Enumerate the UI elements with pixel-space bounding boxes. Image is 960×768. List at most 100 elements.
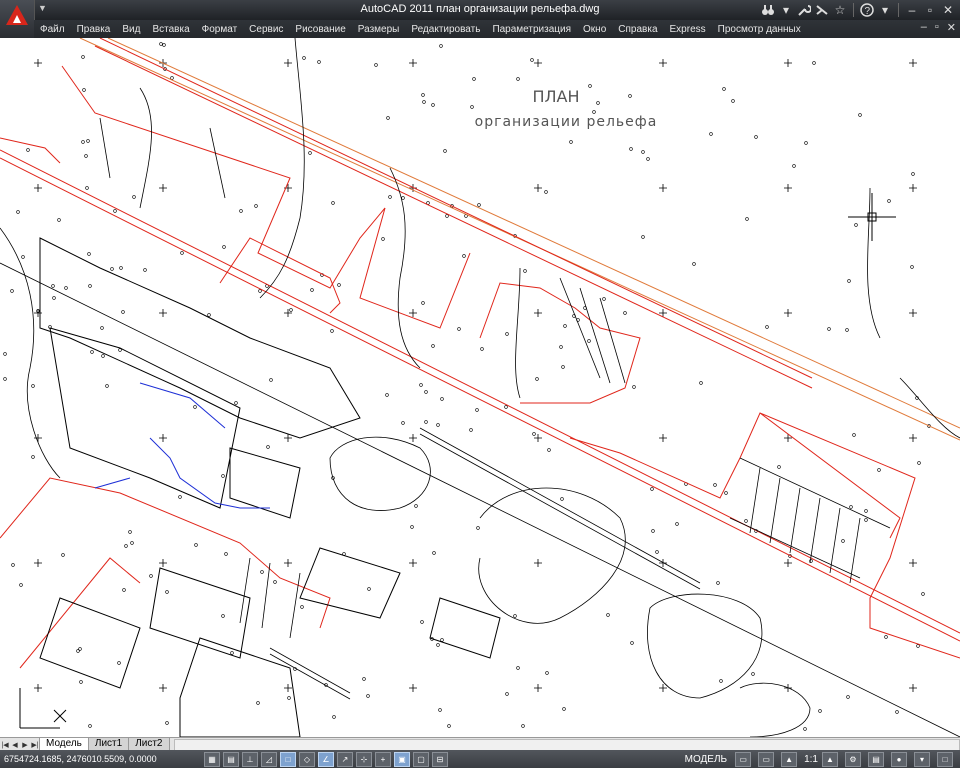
grid-cross-mark (159, 559, 167, 567)
search-dropdown-icon[interactable]: ▾ (778, 2, 794, 18)
drawing-svg: ПЛАН организации рельефа (0, 38, 960, 737)
isolate-objects-icon[interactable]: ● (891, 751, 907, 767)
survey-point (431, 344, 435, 348)
survey-point (159, 42, 163, 46)
survey-point (57, 218, 61, 222)
object-snap-tracking-icon[interactable]: ∠ (318, 751, 334, 767)
doc-minimize-icon[interactable]: – (921, 21, 927, 34)
menu-item-modify[interactable]: Редактировать (405, 24, 486, 35)
ortho-mode-icon[interactable]: ⊥ (242, 751, 258, 767)
model-space-button[interactable]: МОДЕЛЬ (681, 754, 731, 765)
clean-screen-icon[interactable]: □ (937, 751, 953, 767)
drawing-area[interactable]: ПЛАН организации рельефа (0, 38, 960, 737)
selection-cycling-icon[interactable]: ⊟ (432, 751, 448, 767)
survey-point (438, 708, 442, 712)
menu-item-format[interactable]: Формат (196, 24, 244, 35)
exchange-icon[interactable] (814, 2, 830, 18)
doc-restore-icon[interactable]: ▫ (935, 21, 939, 34)
survey-point (143, 268, 147, 272)
drawing-subtitle: организации рельефа (475, 114, 658, 130)
annotation-scale-icon[interactable]: ▲ (781, 751, 798, 767)
dynamic-ucs-icon[interactable]: ↗ (337, 751, 353, 767)
survey-point (234, 401, 238, 405)
menu-item-data-view[interactable]: Просмотр данных (712, 24, 807, 35)
survey-point (110, 267, 114, 271)
menu-item-tools[interactable]: Сервис (243, 24, 289, 35)
3d-object-snap-icon[interactable]: ◇ (299, 751, 315, 767)
survey-point (31, 384, 35, 388)
lineweight-icon[interactable]: + (375, 751, 391, 767)
survey-point (864, 509, 868, 513)
object-snap-icon[interactable]: □ (280, 751, 296, 767)
survey-point (422, 100, 426, 104)
snap-mode-icon[interactable]: ▦ (204, 751, 220, 767)
grid-marks (34, 59, 917, 692)
application-menu-button[interactable] (0, 0, 35, 38)
close-icon[interactable]: ✕ (940, 2, 956, 18)
wrench-icon[interactable] (796, 2, 812, 18)
menu-item-file[interactable]: Файл (34, 24, 71, 35)
grid-cross-mark (409, 559, 417, 567)
menu-item-window[interactable]: Окно (577, 24, 612, 35)
menu-item-edit[interactable]: Правка (71, 24, 117, 35)
status-bar-menu-icon[interactable]: ▾ (914, 751, 930, 767)
horizontal-scrollbar[interactable] (173, 738, 960, 751)
survey-point (149, 574, 153, 578)
doc-close-icon[interactable]: ✕ (947, 21, 956, 34)
grid-display-icon[interactable]: ▤ (223, 751, 239, 767)
survey-point (122, 588, 126, 592)
survey-point (289, 308, 293, 312)
quick-view-layouts-icon[interactable]: ▭ (735, 751, 752, 767)
menu-item-view[interactable]: Вид (116, 24, 146, 35)
binoculars-icon[interactable] (760, 2, 776, 18)
lock-icon[interactable]: ▤ (868, 751, 884, 767)
survey-point (82, 88, 86, 92)
menu-item-insert[interactable]: Вставка (146, 24, 195, 35)
tab-first-icon[interactable]: |◀ (0, 739, 10, 750)
survey-point (792, 164, 796, 168)
workspace-switching-icon[interactable]: ⚙ (845, 751, 861, 767)
grid-cross-mark (909, 559, 917, 567)
separator (853, 3, 854, 17)
survey-point (630, 641, 634, 645)
grid-cross-mark (784, 309, 792, 317)
polar-tracking-icon[interactable]: ◿ (261, 751, 277, 767)
survey-point (709, 132, 713, 136)
grid-cross-mark (534, 559, 542, 567)
survey-point (337, 283, 341, 287)
survey-point (655, 550, 659, 554)
menu-item-parametric[interactable]: Параметризация (486, 24, 577, 35)
menu-item-express[interactable]: Express (664, 24, 712, 35)
annotation-visibility-icon[interactable]: ▲ (822, 751, 838, 767)
survey-point (330, 329, 334, 333)
survey-point (100, 326, 104, 330)
survey-point (26, 148, 30, 152)
help-icon[interactable]: ? (859, 2, 875, 18)
tab-next-icon[interactable]: ▶ (20, 739, 30, 750)
help-dropdown-icon[interactable]: ▾ (877, 2, 893, 18)
survey-point (85, 186, 89, 190)
survey-point (19, 583, 23, 587)
survey-point (623, 311, 627, 315)
grid-cross-mark (409, 59, 417, 67)
maximize-icon[interactable]: ▫ (922, 2, 938, 18)
survey-point (388, 195, 392, 199)
star-icon[interactable]: ☆ (832, 2, 848, 18)
menu-item-draw[interactable]: Рисование (289, 24, 351, 35)
title-bar: ▼ AutoCAD 2011 план организации рельефа.… (0, 0, 960, 20)
dynamic-input-icon[interactable]: ⊹ (356, 751, 372, 767)
transparency-icon[interactable]: ▣ (394, 751, 410, 767)
survey-point (716, 581, 720, 585)
tab-prev-icon[interactable]: ◀ (10, 739, 20, 750)
menu-item-help[interactable]: Справка (612, 24, 663, 35)
survey-point (117, 661, 121, 665)
grid-cross-mark (284, 59, 292, 67)
minimize-icon[interactable]: – (904, 2, 920, 18)
quick-properties-icon[interactable]: ▢ (413, 751, 429, 767)
survey-point (845, 328, 849, 332)
menu-item-dimension[interactable]: Размеры (352, 24, 406, 35)
survey-point (812, 61, 816, 65)
annotation-scale-value[interactable]: 1:1 (804, 754, 818, 765)
quick-view-drawings-icon[interactable]: ▭ (758, 751, 775, 767)
survey-point (440, 638, 444, 642)
